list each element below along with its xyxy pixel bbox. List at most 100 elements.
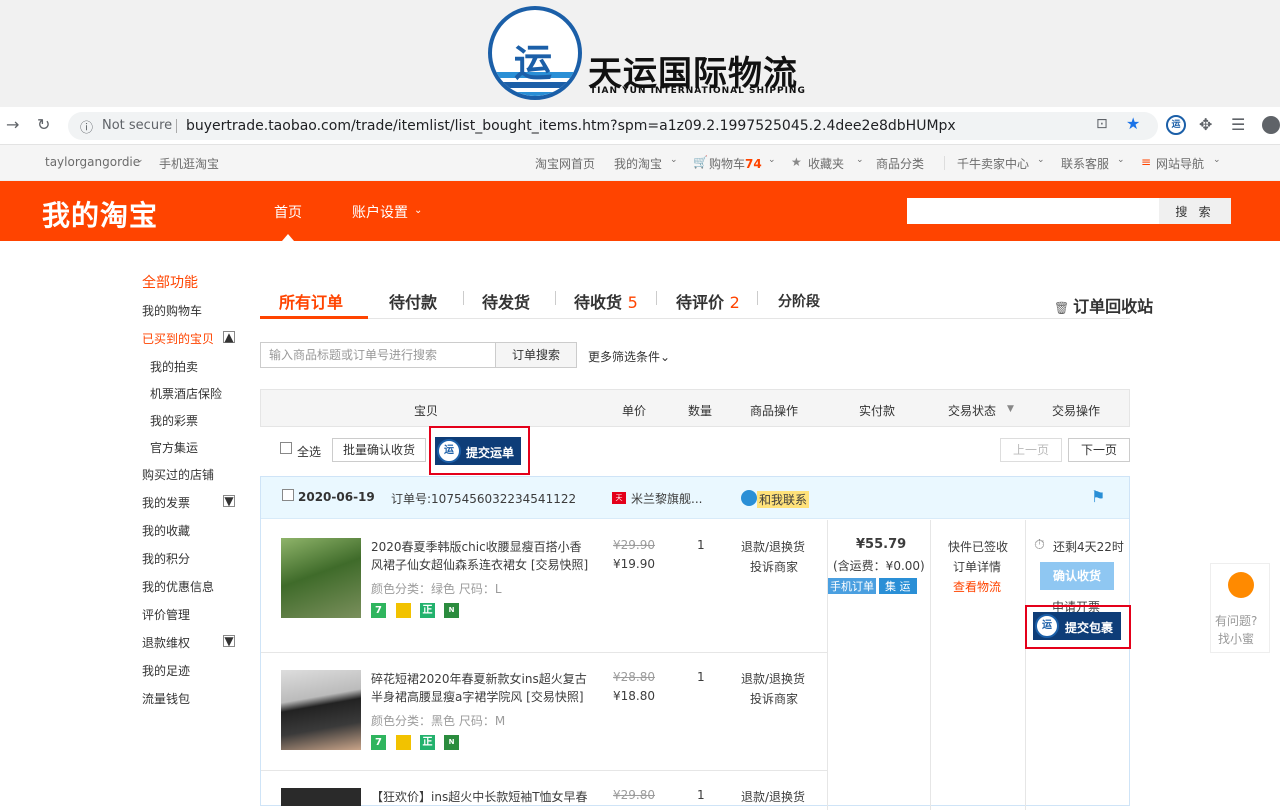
complain-link[interactable]: 投诉商家: [750, 690, 798, 707]
flag-icon[interactable]: ⚑: [1091, 487, 1105, 506]
sidebar-item-favorites[interactable]: 我的收藏: [142, 522, 190, 539]
sidebar-item-lottery[interactable]: 我的彩票: [150, 412, 198, 429]
tab-to-ship[interactable]: 待发货: [482, 289, 530, 313]
shop-name-link[interactable]: 米兰黎旗舰...: [631, 490, 702, 507]
col-divider: [1025, 520, 1026, 810]
chevron-down-icon[interactable]: ⌄: [136, 155, 144, 165]
order-detail-link[interactable]: 订单详情: [953, 558, 1001, 575]
view-logistics-link[interactable]: 查看物流: [953, 578, 1001, 595]
complain-link[interactable]: 投诉商家: [750, 558, 798, 575]
favorites-link[interactable]: 收藏夹: [808, 155, 844, 172]
product-title-link[interactable]: 2020春夏季韩版chic收腰显瘦百搭小香风裙子仙女超仙森系连衣裙女 [交易快照…: [371, 538, 593, 574]
expand-icon[interactable]: ▼: [223, 495, 235, 507]
recycle-bin-link[interactable]: 🗑 订单回收站: [1054, 293, 1153, 317]
collapse-icon[interactable]: ▲: [223, 331, 235, 343]
tab-to-receive[interactable]: 待收货 5: [574, 289, 638, 313]
refund-link[interactable]: 退款/退换货: [741, 538, 805, 555]
profile-avatar[interactable]: [1262, 116, 1280, 134]
sidebar-item-bought[interactable]: 已买到的宝贝: [142, 330, 214, 347]
sidebar-item-refund[interactable]: 退款维权: [142, 634, 190, 651]
expand-icon[interactable]: ▼: [223, 635, 235, 647]
seller-center-link[interactable]: 千牛卖家中心: [957, 155, 1029, 172]
mobile-taobao-link[interactable]: 手机逛淘宝: [159, 155, 219, 172]
info-icon[interactable]: ⓘ: [80, 117, 93, 136]
tab-to-review[interactable]: 待评价 2: [676, 289, 740, 313]
chevron-down-icon[interactable]: ⌄: [414, 205, 422, 216]
customer-service-link[interactable]: 联系客服: [1061, 155, 1109, 172]
refund-link[interactable]: 退款/退换货: [741, 670, 805, 687]
refund-link[interactable]: 退款/退换货: [741, 788, 805, 805]
forward-icon[interactable]: →: [6, 115, 19, 134]
sidebar-item-wallet[interactable]: 流量钱包: [142, 690, 190, 707]
col-item-ops: 商品操作: [750, 404, 799, 418]
sidebar-item-coupons[interactable]: 我的优惠信息: [142, 578, 214, 595]
tab-all-orders[interactable]: 所有订单: [279, 289, 343, 313]
product-image[interactable]: [281, 538, 361, 618]
contact-seller-link[interactable]: 和我联系: [757, 491, 810, 508]
order-checkbox[interactable]: [282, 489, 294, 501]
tab-to-pay[interactable]: 待付款: [389, 289, 437, 313]
sidebar-item-auction[interactable]: 我的拍卖: [150, 358, 198, 375]
nav-divider: [944, 156, 945, 170]
user-name-link[interactable]: taylorgangordie: [45, 155, 140, 169]
select-all-checkbox[interactable]: [280, 442, 292, 454]
sidebar-item-points[interactable]: 我的积分: [142, 550, 190, 567]
chevron-down-icon[interactable]: ⌄: [768, 155, 776, 165]
product-title-link[interactable]: 碎花短裙2020年春夏新款女ins超火复古半身裙高腰显瘦a字裙学院风 [交易快照…: [371, 670, 593, 706]
sitemap-link[interactable]: 网站导航: [1156, 155, 1204, 172]
sidebar-all-functions[interactable]: 全部功能: [142, 272, 198, 292]
chevron-down-icon[interactable]: ⌄: [1213, 155, 1221, 165]
guarantee-icon: [396, 735, 411, 750]
sidebar-item-reviews[interactable]: 评价管理: [142, 606, 190, 623]
my-taobao-link[interactable]: 我的淘宝: [614, 155, 662, 172]
prev-page-button[interactable]: 上一页: [1000, 438, 1062, 462]
order-search-button[interactable]: 订单搜索: [495, 342, 577, 368]
new-icon: N: [444, 603, 459, 618]
cart-icon[interactable]: 🛒: [693, 155, 708, 169]
wangwang-icon[interactable]: [741, 490, 757, 506]
url-text[interactable]: buyertrade.taobao.com/trade/itemlist/lis…: [186, 118, 956, 134]
next-page-button[interactable]: 下一页: [1068, 438, 1130, 462]
product-title-link[interactable]: 【狂欢价】ins超火中长款短袖T恤女早春: [371, 788, 593, 806]
cart-link[interactable]: 购物车74: [709, 155, 762, 172]
chevron-down-icon[interactable]: ⌄: [1037, 155, 1045, 165]
taobao-home-link[interactable]: 淘宝网首页: [535, 155, 595, 172]
authentic-icon: 正: [420, 735, 435, 750]
batch-confirm-button[interactable]: 批量确认收货: [332, 438, 426, 462]
extensions-puzzle-icon[interactable]: ✥: [1199, 115, 1212, 134]
help-widget[interactable]: 有问题? 找小蜜: [1210, 563, 1270, 653]
col-item: 宝贝: [414, 404, 439, 418]
confirm-receipt-button[interactable]: 确认收货: [1040, 562, 1114, 590]
sidebar-item-footprints[interactable]: 我的足迹: [142, 662, 190, 679]
categories-link[interactable]: 商品分类: [876, 155, 924, 172]
product-image[interactable]: [281, 670, 361, 750]
address-bar[interactable]: ⓘ Not secure buyertrade.taobao.com/trade…: [68, 112, 1158, 140]
sidebar-item-ticket[interactable]: 机票酒店保险: [150, 385, 222, 402]
header-search-button[interactable]: 搜 索: [1159, 198, 1231, 224]
tab-stage[interactable]: 分阶段: [778, 291, 820, 311]
more-filters-link[interactable]: 更多筛选条件⌄: [588, 348, 670, 365]
chevron-down-icon[interactable]: ⌄: [856, 155, 864, 165]
chevron-down-icon[interactable]: ⌄: [1117, 155, 1125, 165]
account-settings-menu[interactable]: 账户设置: [352, 202, 408, 222]
col-status[interactable]: 交易状态: [948, 402, 996, 419]
reload-icon[interactable]: ↻: [37, 115, 50, 134]
order-search-input[interactable]: 输入商品标题或订单号进行搜索: [260, 342, 496, 368]
translate-icon[interactable]: ⊡: [1096, 116, 1108, 132]
submit-waybill-button[interactable]: 运 提交运单: [435, 437, 521, 465]
chevron-down-icon[interactable]: ⌄: [670, 155, 678, 165]
reading-list-icon[interactable]: ☰: [1231, 115, 1245, 134]
sidebar-item-cart[interactable]: 我的购物车: [142, 302, 202, 319]
header-home-link[interactable]: 首页: [274, 202, 302, 222]
sidebar-item-invoice[interactable]: 我的发票: [142, 494, 190, 511]
product-image[interactable]: [281, 788, 361, 806]
submit-parcel-button[interactable]: 运 提交包裹: [1033, 612, 1121, 640]
my-taobao-logo[interactable]: 我的淘宝: [42, 194, 158, 234]
bookmark-star-icon[interactable]: ★: [1126, 114, 1140, 133]
sidebar-item-shops[interactable]: 购买过的店铺: [142, 466, 214, 483]
caret-down-icon[interactable]: ▼: [1007, 404, 1014, 414]
sidebar-item-consolidate[interactable]: 官方集运: [150, 439, 198, 456]
tianyun-extension-icon[interactable]: 运: [1166, 115, 1186, 135]
order-header: 2020-06-19 订单号:1075456032234541122 天 米兰黎…: [261, 477, 1129, 519]
header-search-input[interactable]: [907, 198, 1159, 224]
